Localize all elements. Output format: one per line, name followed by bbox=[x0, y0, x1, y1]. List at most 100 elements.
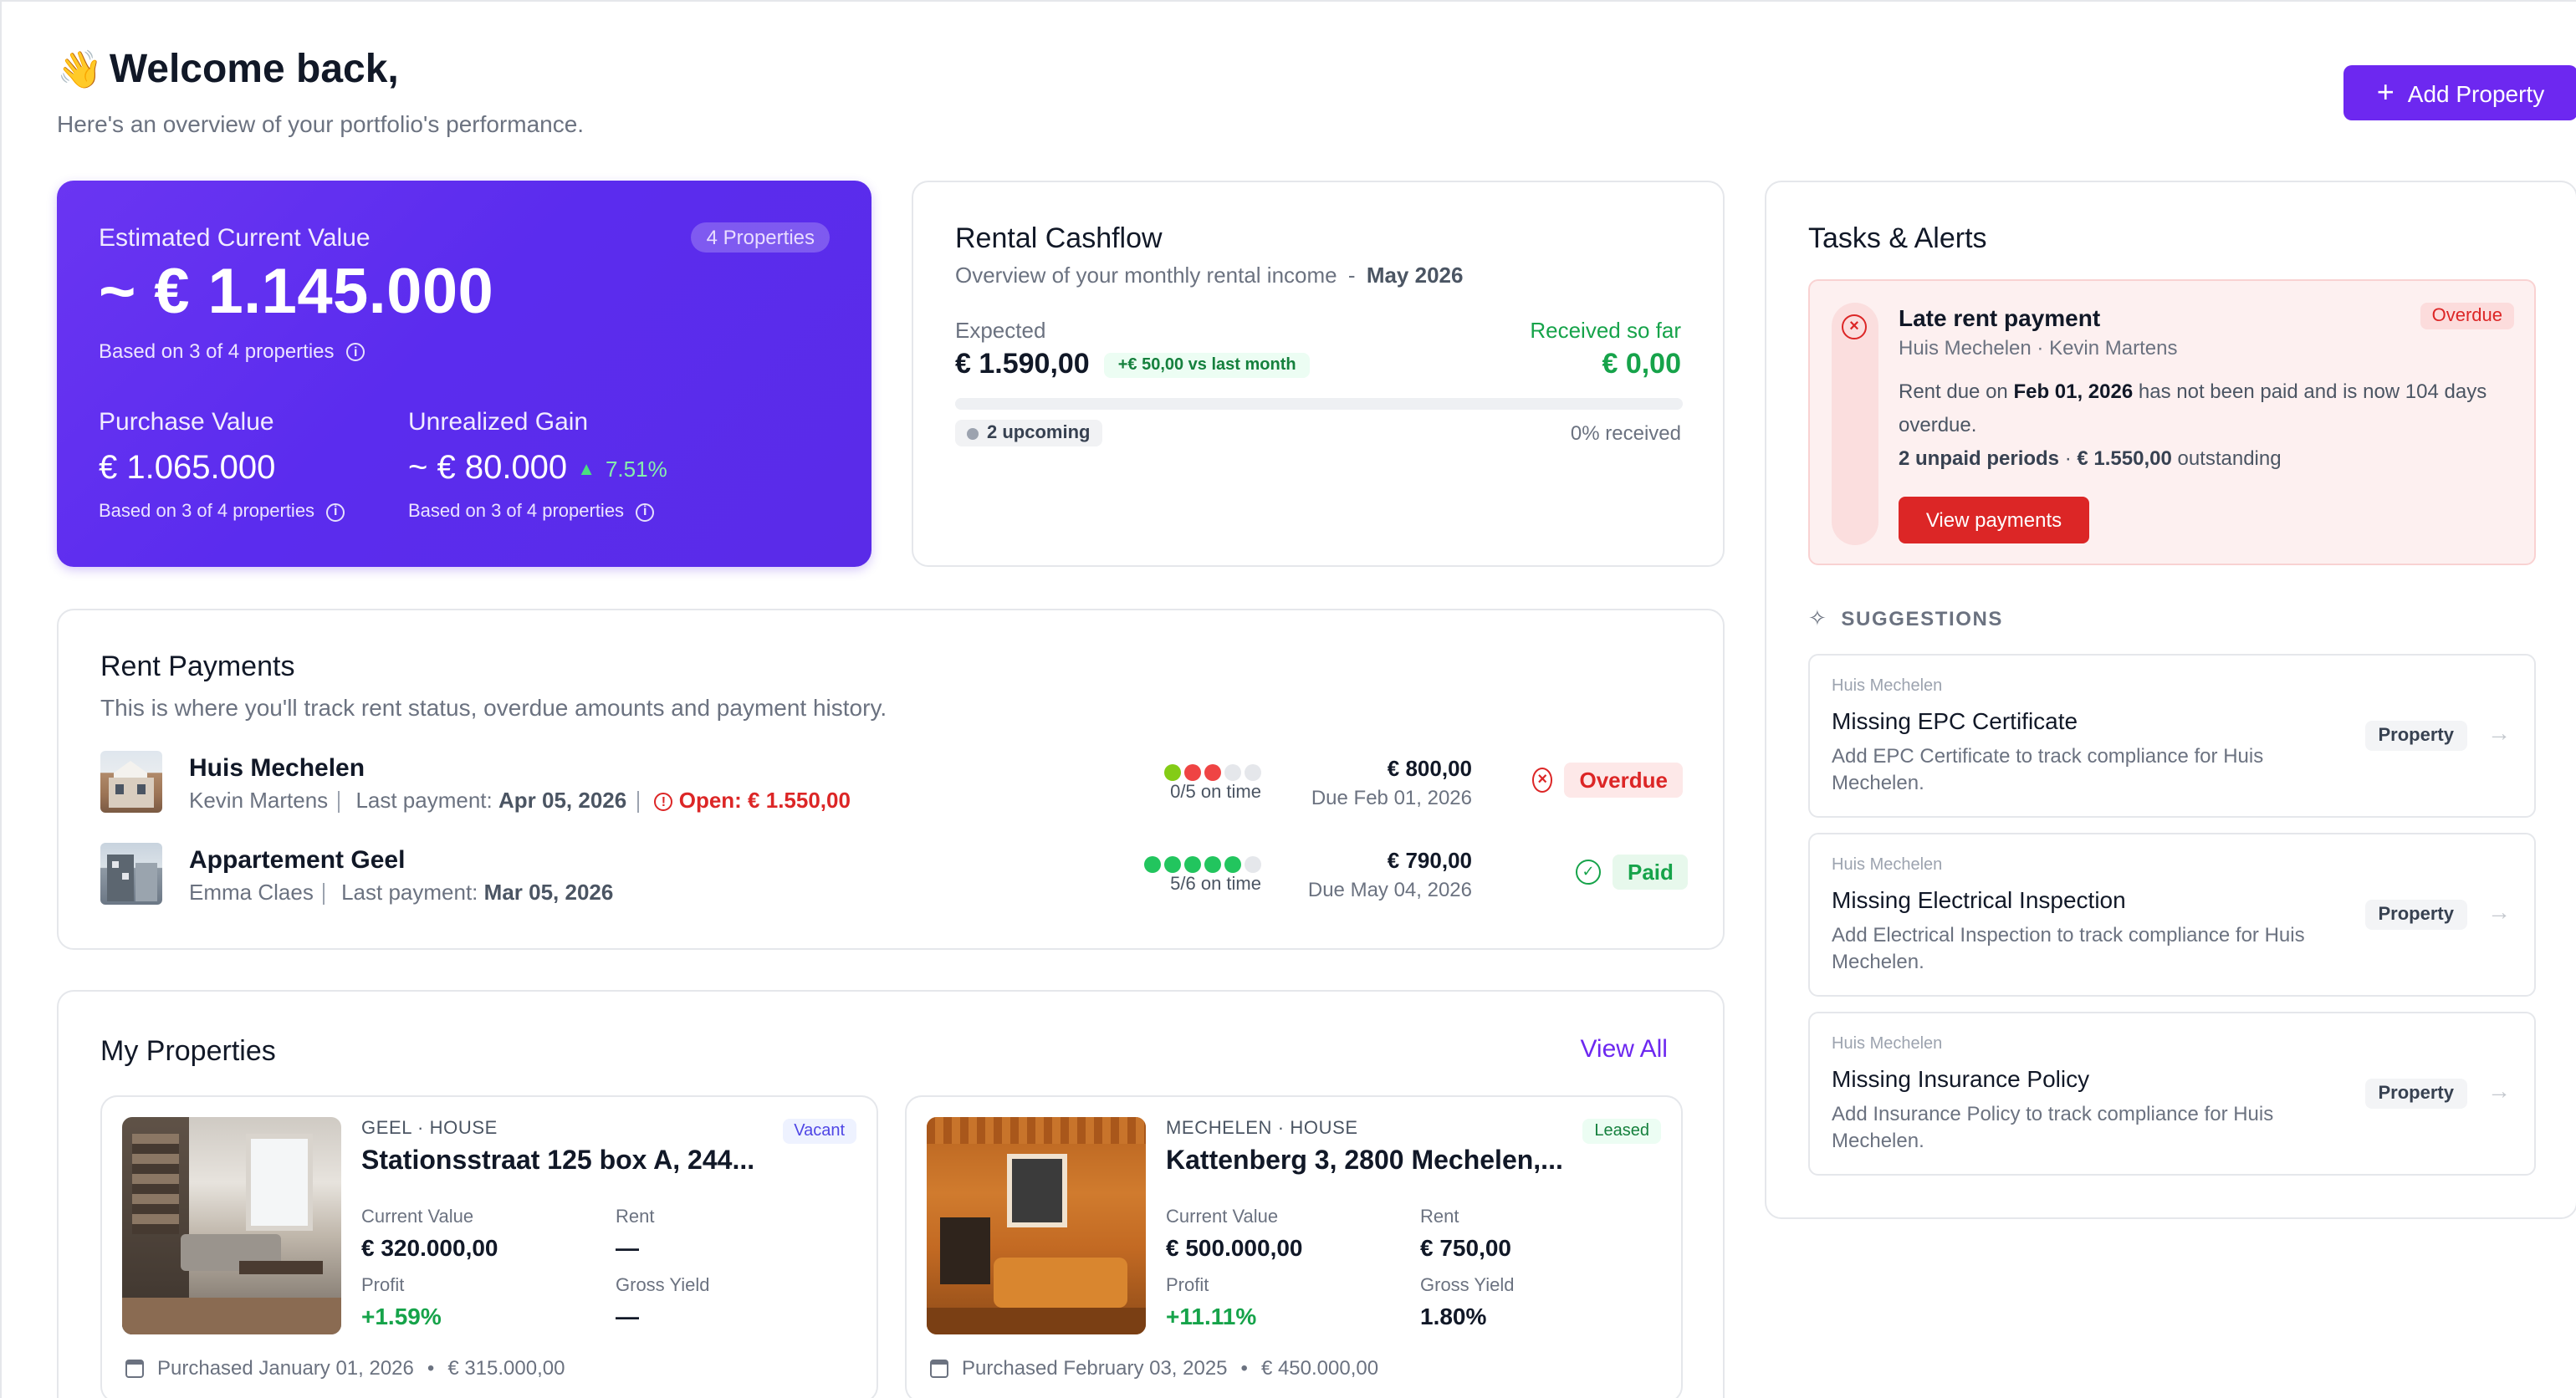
suggestion-item[interactable]: Huis Mechelen Missing Insurance Policy A… bbox=[1808, 1012, 2536, 1176]
cashflow-title: Rental Cashflow bbox=[955, 222, 1163, 254]
expected-row: € 1.590,00 +€ 50,00 vs last month bbox=[955, 348, 1310, 381]
check-circle-icon: ✓ bbox=[1576, 860, 1601, 885]
arrow-right-icon[interactable]: → bbox=[2487, 719, 2511, 746]
info-icon[interactable]: i bbox=[326, 503, 345, 522]
profit-label: Profit bbox=[361, 1276, 405, 1296]
property-address[interactable]: Stationsstraat 125 box A, 244... bbox=[361, 1147, 754, 1177]
plus-icon: + bbox=[2376, 74, 2395, 108]
property-photo bbox=[122, 1117, 341, 1334]
history-dot bbox=[1224, 764, 1241, 781]
cashflow-progress-track bbox=[955, 398, 1683, 410]
purchase-value-note: Based on 3 of 4 properties i bbox=[99, 502, 345, 522]
current-value-label: Current Value bbox=[361, 1207, 474, 1227]
rent-subtitle: This is where you'll track rent status, … bbox=[100, 694, 887, 721]
purchase-price: € 450.000,00 bbox=[1260, 1356, 1379, 1380]
property-address[interactable]: Kattenberg 3, 2800 Mechelen,... bbox=[1166, 1147, 1563, 1177]
status-paid: ✓ Paid bbox=[1576, 855, 1693, 890]
property-thumbnail bbox=[100, 751, 162, 813]
on-time-count: 0/5 on time bbox=[1170, 783, 1261, 803]
history-dot bbox=[1204, 856, 1221, 873]
suggestion-item[interactable]: Huis Mechelen Missing EPC Certificate Ad… bbox=[1808, 654, 2536, 818]
welcome-title: Welcome back, bbox=[109, 47, 399, 92]
received-label: Received so far bbox=[1530, 318, 1681, 343]
alert-subtitle: Huis Mechelen · Kevin Martens bbox=[1899, 336, 2178, 360]
history-dot bbox=[1245, 856, 1261, 873]
info-icon[interactable]: i bbox=[636, 503, 655, 522]
alert-circle-icon: ! bbox=[654, 793, 673, 812]
history-dot bbox=[1204, 764, 1221, 781]
unrealized-gain-value: ~ € 80.000 bbox=[408, 450, 568, 487]
status-overdue: × Overdue bbox=[1532, 763, 1683, 798]
last-payment-date: Mar 05, 2026 bbox=[483, 880, 614, 905]
property-card[interactable]: MECHELEN · HOUSE Leased Kattenberg 3, 28… bbox=[905, 1095, 1683, 1398]
calendar-icon bbox=[930, 1359, 948, 1377]
info-icon[interactable]: i bbox=[346, 343, 365, 362]
purchase-price: € 315.000,00 bbox=[447, 1356, 565, 1380]
suggestion-tag: Property bbox=[2364, 719, 2467, 751]
view-payments-button[interactable]: View payments bbox=[1899, 497, 2089, 543]
due-date: Due May 04, 2026 bbox=[1307, 878, 1472, 901]
rent-payments-card: Rent Payments This is where you'll track… bbox=[57, 609, 1725, 950]
purchase-info: Purchased January 01, 2026 • € 315.000,0… bbox=[125, 1356, 565, 1380]
unrealized-gain: ~ € 80.000 ▲ 7.51% bbox=[408, 450, 667, 488]
calendar-icon bbox=[125, 1359, 144, 1377]
received-pct: 0% received bbox=[1570, 421, 1681, 445]
arrow-right-icon[interactable]: → bbox=[2487, 1077, 2511, 1104]
unpaid-periods: 2 unpaid periods bbox=[1899, 446, 2060, 470]
rent-value: € 750,00 bbox=[1420, 1234, 1511, 1261]
estimated-value: ~ € 1.145.000 bbox=[99, 258, 494, 328]
due-date: Due Feb 01, 2026 bbox=[1311, 786, 1472, 809]
property-name[interactable]: Huis Mechelen bbox=[189, 754, 365, 783]
rent-row[interactable]: Appartement Geel Emma Claes Last payment… bbox=[100, 843, 1689, 910]
upcoming-badge: 2 upcoming bbox=[955, 420, 1102, 446]
property-tag: Property bbox=[2364, 1079, 2467, 1109]
property-tag: Property bbox=[2364, 721, 2467, 751]
property-type: MECHELEN · HOUSE bbox=[1166, 1119, 1358, 1139]
property-status-badge: Leased bbox=[1582, 1119, 1661, 1144]
suggestion-item[interactable]: Huis Mechelen Missing Electrical Inspect… bbox=[1808, 833, 2536, 997]
view-all-link[interactable]: View All bbox=[1580, 1035, 1668, 1064]
suggestion-tag: Property bbox=[2364, 898, 2467, 930]
gross-yield-value: — bbox=[616, 1303, 639, 1329]
profit-value: +11.11% bbox=[1166, 1303, 1257, 1329]
last-payment-label: Last payment: bbox=[355, 788, 493, 813]
property-name[interactable]: Appartement Geel bbox=[189, 846, 405, 875]
current-value: € 500.000,00 bbox=[1166, 1234, 1303, 1261]
rent-amount: € 800,00 bbox=[1387, 756, 1472, 781]
alert-message: Rent due on Feb 01, 2026 has not been pa… bbox=[1899, 375, 2517, 441]
upcoming-dot-icon bbox=[967, 427, 979, 439]
property-card[interactable]: GEEL · HOUSE Vacant Stationsstraat 125 b… bbox=[100, 1095, 878, 1398]
add-property-button[interactable]: + Add Property bbox=[2343, 65, 2576, 120]
x-circle-icon: × bbox=[1842, 314, 1867, 339]
purchase-date: Purchased February 03, 2025 bbox=[962, 1356, 1228, 1380]
rent-row[interactable]: Huis Mechelen Kevin Martens Last payment… bbox=[100, 751, 1683, 818]
alert-badge: Overdue bbox=[2420, 303, 2514, 329]
suggestion-title: Missing Electrical Inspection bbox=[1832, 886, 2126, 913]
suggestions-label: SUGGESTIONS bbox=[1841, 607, 2004, 630]
rent-title: Rent Payments bbox=[100, 651, 295, 682]
property-tag: Property bbox=[2364, 900, 2467, 930]
open-amount: Open: € 1.550,00 bbox=[678, 788, 851, 813]
suggestion-tag: Property bbox=[2364, 1077, 2467, 1109]
purchase-value-label: Purchase Value bbox=[99, 408, 274, 436]
late-rent-alert: × Late rent payment Overdue Huis Mechele… bbox=[1808, 279, 2536, 565]
outstanding-label: outstanding bbox=[2171, 446, 2282, 470]
purchase-note-text: Based on 3 of 4 properties bbox=[99, 502, 315, 522]
arrow-right-icon[interactable]: → bbox=[2487, 898, 2511, 925]
purchase-date: Purchased January 01, 2026 bbox=[157, 1356, 414, 1380]
expected-label: Expected bbox=[955, 318, 1046, 343]
outstanding-amount: € 1.550,00 bbox=[2077, 446, 2172, 470]
properties-title: My Properties bbox=[100, 1035, 276, 1067]
history-dot bbox=[1224, 856, 1241, 873]
suggestion-owner: Huis Mechelen bbox=[1832, 1035, 1943, 1054]
tasks-alerts-card: Tasks & Alerts × Late rent payment Overd… bbox=[1765, 181, 2576, 1219]
cashflow-dash: - bbox=[1347, 263, 1356, 288]
profit-value: +1.59% bbox=[361, 1303, 442, 1329]
rent-label: Rent bbox=[1420, 1207, 1459, 1227]
estimated-value-card: Estimated Current Value 4 Properties ~ €… bbox=[57, 181, 871, 567]
bullet: • bbox=[1240, 1356, 1248, 1380]
status-badge: Overdue bbox=[1564, 763, 1683, 798]
property-thumbnail bbox=[100, 843, 162, 905]
rental-cashflow-card: Rental Cashflow Overview of your monthly… bbox=[912, 181, 1725, 567]
estimated-value-label: Estimated Current Value bbox=[99, 224, 371, 253]
